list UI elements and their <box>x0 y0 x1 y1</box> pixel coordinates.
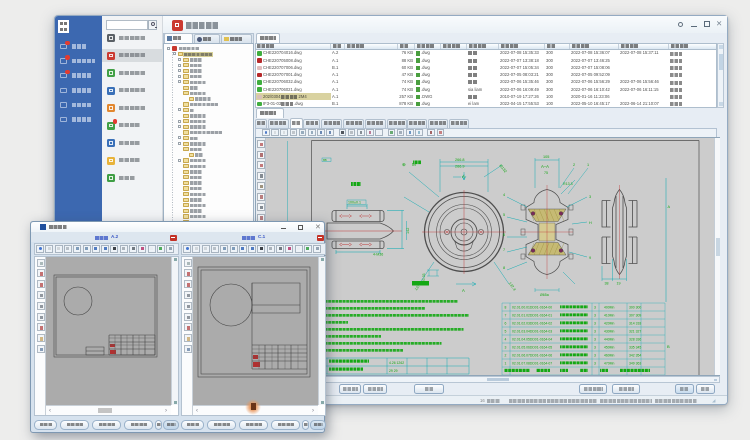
svg-text:1: 1 <box>587 163 589 167</box>
svg-text:02.01.07.08DD01-0164-07: 02.01.07.08DD01-0164-07 <box>512 362 552 366</box>
svg-text:9: 9 <box>589 256 591 260</box>
svg-text:02.01.04.05DD01-0164-04: 02.01.04.05DD01-0164-04 <box>512 338 552 342</box>
svg-text:A: A <box>462 288 465 293</box>
svg-text:3: 3 <box>594 314 596 318</box>
svg-text:420Mn: 420Mn <box>604 322 614 326</box>
svg-text:430Mn: 430Mn <box>604 330 614 334</box>
svg-text:2: 2 <box>505 354 507 358</box>
svg-text:266.9: 266.9 <box>455 165 465 169</box>
svg-text:02.01.01.02DD01-0164-01: 02.01.01.02DD01-0164-01 <box>512 314 552 318</box>
svg-text:3: 3 <box>594 322 596 326</box>
svg-text:8: 8 <box>505 306 507 310</box>
svg-text:02.01.00.01DD01-0164-00: 02.01.00.01DD01-0164-00 <box>512 306 552 310</box>
svg-text:6: 6 <box>503 233 505 237</box>
svg-text:20.33: 20.33 <box>422 273 426 282</box>
svg-text:100±0.1: 100±0.1 <box>348 201 361 205</box>
svg-text:5: 5 <box>503 213 505 217</box>
svg-text:5: 5 <box>505 330 507 334</box>
svg-text:A: A <box>462 174 465 179</box>
svg-text:B: B <box>667 344 670 349</box>
svg-text:300 300: 300 300 <box>629 306 641 310</box>
svg-text:4.26 1262: 4.26 1262 <box>389 361 404 365</box>
svg-text:349 363: 349 363 <box>629 362 641 366</box>
svg-text:142: 142 <box>406 228 410 234</box>
svg-text:460Mn: 460Mn <box>604 354 614 358</box>
svg-text:3: 3 <box>594 354 596 358</box>
svg-text:8B: 8B <box>323 158 327 162</box>
svg-text:4-M36: 4-M36 <box>373 253 383 257</box>
svg-text:1: 1 <box>505 362 507 366</box>
svg-text:440Mn: 440Mn <box>604 338 614 342</box>
svg-text:450Mn: 450Mn <box>604 346 614 350</box>
svg-text:02.01.05.06DD01-0164-05: 02.01.05.06DD01-0164-05 <box>512 346 552 350</box>
svg-text:38: 38 <box>605 282 609 286</box>
svg-text:3: 3 <box>594 362 596 366</box>
svg-text:H: H <box>589 221 592 225</box>
svg-text:328 336: 328 336 <box>629 338 641 342</box>
svg-text:342 354: 342 354 <box>629 354 641 358</box>
svg-text:3: 3 <box>594 330 596 334</box>
svg-text:321 327: 321 327 <box>629 330 641 334</box>
svg-text:75: 75 <box>544 171 548 175</box>
svg-text:6: 6 <box>505 322 507 326</box>
svg-text:335 345: 335 345 <box>629 346 641 350</box>
svg-text:M: M <box>412 162 416 167</box>
svg-text:3: 3 <box>589 195 591 199</box>
svg-text:4: 4 <box>505 338 507 342</box>
svg-text:2: 2 <box>573 163 575 167</box>
svg-text:3: 3 <box>594 306 596 310</box>
svg-text:7: 7 <box>503 248 505 252</box>
svg-text:R13.3: R13.3 <box>563 182 573 186</box>
svg-text:400Mn: 400Mn <box>604 306 614 310</box>
svg-text:⊕: ⊕ <box>402 162 406 167</box>
svg-text:410Mn: 410Mn <box>604 314 614 318</box>
svg-text:19: 19 <box>617 282 621 286</box>
svg-text:29 29: 29 29 <box>389 369 398 373</box>
svg-text:8: 8 <box>503 266 505 270</box>
svg-text:7: 7 <box>505 314 507 318</box>
svg-text:02.01.02.03DD01-0164-02: 02.01.02.03DD01-0164-02 <box>512 322 552 326</box>
svg-text:105: 105 <box>543 155 549 159</box>
svg-text:Ø65a: Ø65a <box>540 293 549 297</box>
svg-text:307 309: 307 309 <box>629 314 641 318</box>
svg-text:470Mn: 470Mn <box>604 362 614 366</box>
svg-text:3: 3 <box>594 346 596 350</box>
svg-text:4: 4 <box>503 193 505 197</box>
svg-text:3: 3 <box>594 338 596 342</box>
svg-text:02.01.03.04DD01-0164-03: 02.01.03.04DD01-0164-03 <box>512 330 552 334</box>
svg-text:02.01.06.07DD01-0164-06: 02.01.06.07DD01-0164-06 <box>512 354 552 358</box>
svg-text:266.8: 266.8 <box>455 158 465 162</box>
svg-text:3: 3 <box>505 346 507 350</box>
svg-text:A–A: A–A <box>541 164 549 169</box>
svg-text:314 318: 314 318 <box>629 322 641 326</box>
